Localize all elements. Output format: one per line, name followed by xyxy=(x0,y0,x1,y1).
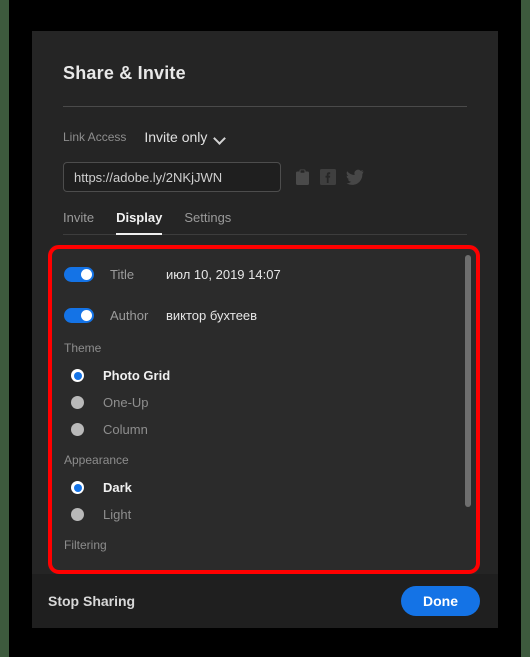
author-toggle-row: Author виктор бухтеев xyxy=(64,300,480,330)
appearance-option-light[interactable]: Light xyxy=(64,501,480,528)
radio-label: Column xyxy=(103,422,148,437)
share-invite-dialog: Share & Invite Link Access Invite only h… xyxy=(32,31,498,628)
link-access-value: Invite only xyxy=(144,129,208,145)
title-divider xyxy=(63,106,467,107)
share-link-input[interactable] xyxy=(63,162,281,192)
facebook-icon[interactable] xyxy=(320,169,336,185)
dialog-tabs: Invite Display Settings xyxy=(63,210,467,235)
theme-group-label: Theme xyxy=(64,341,102,355)
appearance-group-label: Appearance xyxy=(64,453,129,467)
theme-option-one-up[interactable]: One-Up xyxy=(64,389,480,416)
author-toggle-label: Author xyxy=(110,307,149,323)
done-button[interactable]: Done xyxy=(401,586,480,617)
appearance-option-dark[interactable]: Dark xyxy=(64,474,480,501)
stop-sharing-button[interactable]: Stop Sharing xyxy=(48,593,135,609)
display-options-panel-wrapper: Title июл 10, 2019 14:07 Author виктор б… xyxy=(48,245,480,575)
toggle-knob xyxy=(81,268,92,280)
radio-button xyxy=(71,396,84,409)
theme-option-photo-grid[interactable]: Photo Grid xyxy=(64,362,480,389)
share-link-row xyxy=(63,162,467,192)
radio-label: Photo Grid xyxy=(103,368,171,383)
radio-button xyxy=(71,508,84,521)
page-title: Share & Invite xyxy=(63,63,186,83)
radio-button xyxy=(71,423,84,436)
title-toggle-label: Title xyxy=(110,266,135,282)
tab-settings[interactable]: Settings xyxy=(184,210,231,235)
panel-scrollbar-thumb[interactable] xyxy=(465,255,471,507)
radio-button xyxy=(71,369,84,382)
title-toggle-switch[interactable] xyxy=(64,266,94,282)
radio-button xyxy=(71,481,84,494)
theme-option-column[interactable]: Column xyxy=(64,416,480,443)
desktop-edge-strip-left xyxy=(0,0,9,657)
twitter-icon[interactable] xyxy=(346,169,364,185)
screenshot-root: Share & Invite Link Access Invite only h… xyxy=(0,0,530,657)
tab-invite[interactable]: Invite xyxy=(63,210,94,235)
dialog-header-section: Share & Invite Link Access Invite only h… xyxy=(32,31,498,235)
toggle-knob xyxy=(81,309,92,321)
radio-label: Dark xyxy=(103,480,132,495)
author-value: виктор бухтеев xyxy=(166,307,258,323)
desktop-edge-strip-right xyxy=(521,0,530,657)
radio-label: One-Up xyxy=(103,395,149,410)
title-toggle-row: Title июл 10, 2019 14:07 xyxy=(64,259,480,289)
title-value: июл 10, 2019 14:07 xyxy=(166,266,281,282)
link-access-dropdown[interactable]: Invite only xyxy=(144,129,226,145)
link-access-row: Link Access Invite only xyxy=(63,126,467,148)
radio-label: Light xyxy=(103,507,132,522)
filtering-group-label: Filtering xyxy=(64,538,107,552)
link-access-label: Link Access xyxy=(63,130,127,144)
author-toggle-switch[interactable] xyxy=(64,307,94,323)
display-options-panel: Title июл 10, 2019 14:07 Author виктор б… xyxy=(48,245,480,575)
share-icon-group xyxy=(295,169,364,186)
clipboard-icon[interactable] xyxy=(295,169,310,186)
tab-display[interactable]: Display xyxy=(116,210,163,235)
chevron-down-icon xyxy=(215,134,226,141)
dialog-footer: Stop Sharing Done xyxy=(32,574,498,628)
